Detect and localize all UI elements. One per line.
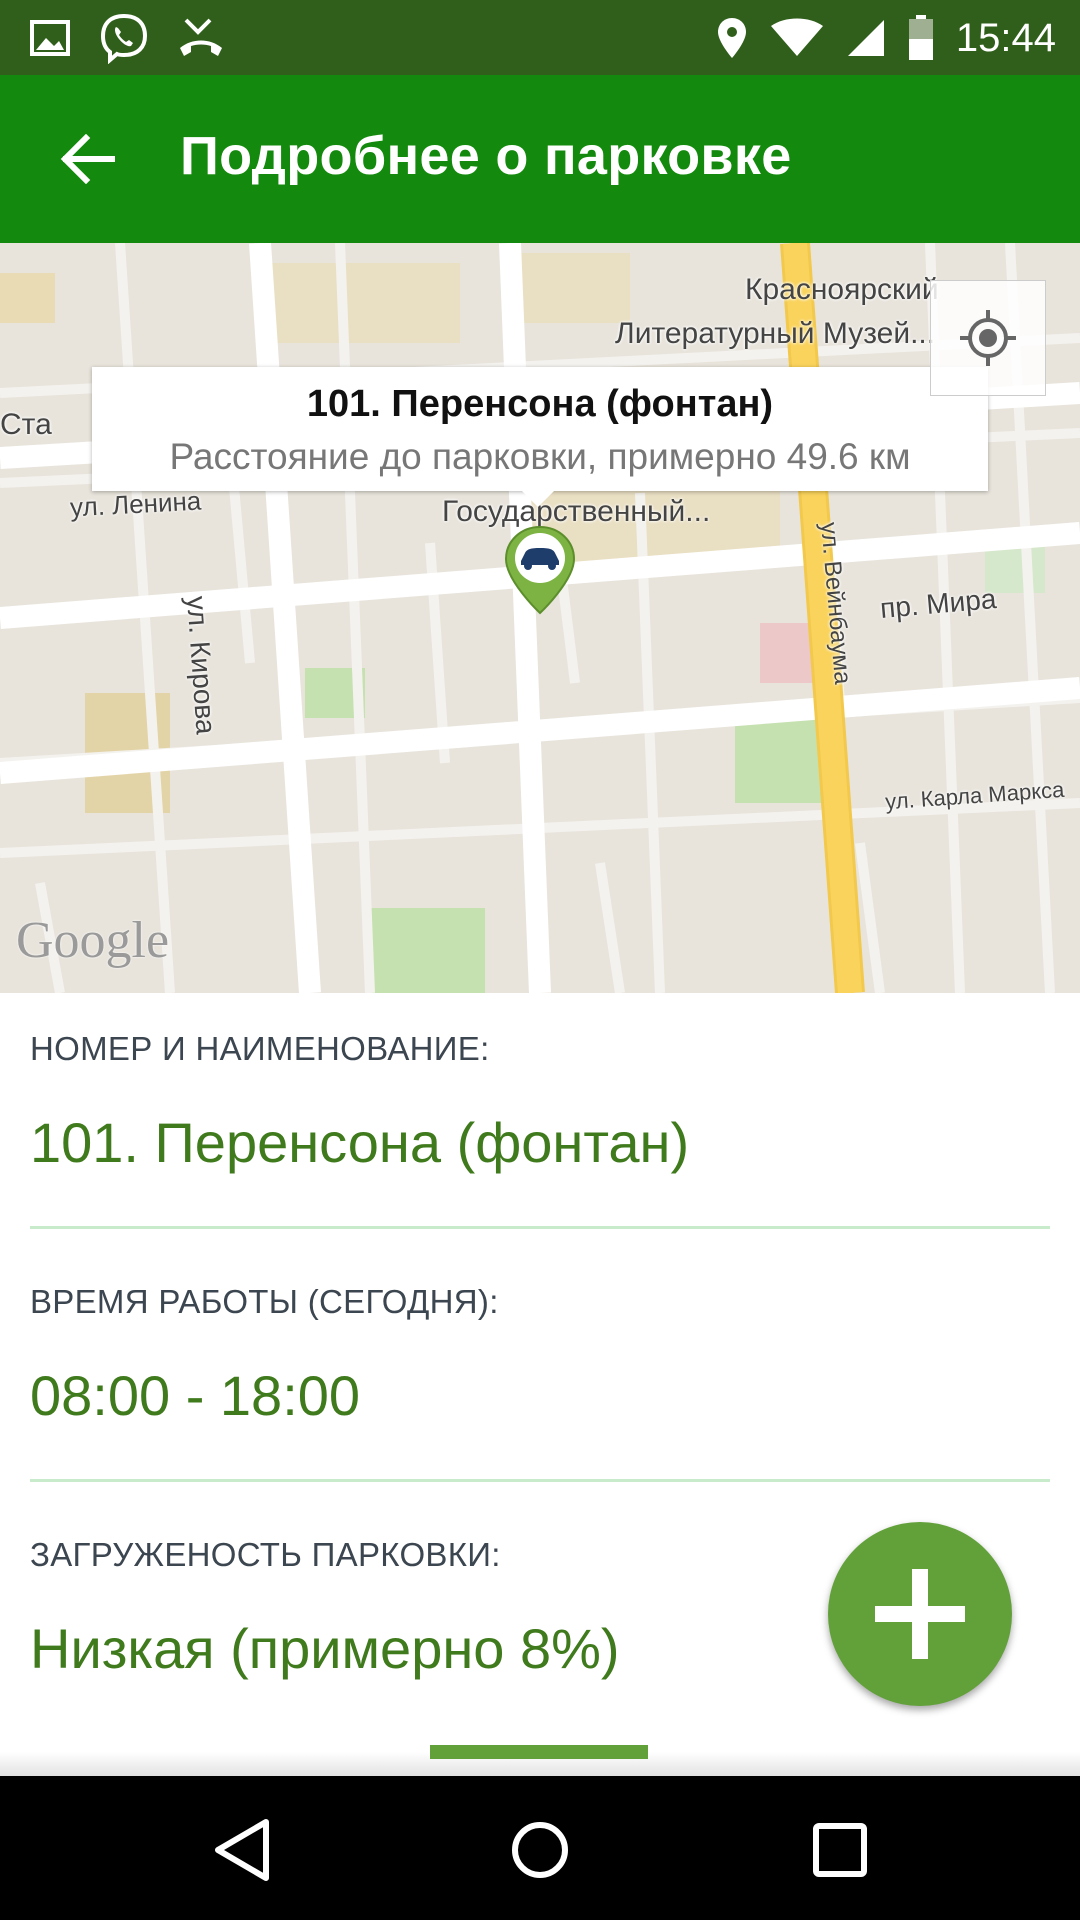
parking-name-value: 101. Перенсона (фонтан) <box>30 1111 690 1174</box>
my-location-icon <box>960 310 1016 366</box>
status-bar: 15:44 <box>0 0 1080 75</box>
map-view[interactable]: Красноярский Литературный Музей... Ста у… <box>0 243 1080 993</box>
info-window-distance: Расстояние до парковки, примерно 49.6 км <box>169 436 911 477</box>
navigation-bar <box>0 1776 1080 1920</box>
home-circle-icon <box>512 1822 568 1878</box>
divider <box>30 1479 1050 1482</box>
plus-icon <box>875 1569 965 1659</box>
wifi-icon <box>770 18 823 56</box>
my-location-button[interactable] <box>930 280 1046 396</box>
map-label-street: Ста <box>0 408 52 441</box>
scroll-indicator <box>430 1745 648 1759</box>
working-hours-label: ВРЕМЯ РАБОТЫ (СЕГОДНЯ): <box>30 1283 499 1320</box>
parking-name-section: НОМЕР И НАИМЕНОВАНИЕ: 101. Перенсона (фо… <box>30 1030 1050 1175</box>
working-hours-value: 08:00 - 18:00 <box>30 1364 361 1427</box>
location-icon <box>717 18 746 58</box>
add-button[interactable] <box>828 1522 1012 1706</box>
status-notifications <box>30 12 224 64</box>
battery-icon <box>908 15 933 60</box>
map-label-place: Государственный... <box>442 495 711 528</box>
car-marker-icon <box>504 525 576 615</box>
nav-recents-button[interactable] <box>802 1812 878 1888</box>
back-triangle-icon <box>215 1819 269 1881</box>
divider <box>30 1226 1050 1229</box>
nav-back-button[interactable] <box>204 1812 280 1888</box>
viber-icon <box>100 13 148 64</box>
working-hours-section: ВРЕМЯ РАБОТЫ (СЕГОДНЯ): 08:00 - 18:00 <box>30 1283 1050 1428</box>
info-window-title: 101. Перенсона (фонтан) <box>306 383 774 425</box>
signal-icon <box>847 20 884 56</box>
nav-home-button[interactable] <box>502 1812 578 1888</box>
status-system: 15:44 <box>716 12 1056 64</box>
back-button[interactable] <box>48 119 128 199</box>
page-title: Подробнее о парковке <box>180 126 792 186</box>
parking-marker[interactable] <box>503 525 577 620</box>
status-time: 15:44 <box>955 15 1056 60</box>
image-icon <box>30 20 70 56</box>
arrow-back-icon <box>60 134 115 184</box>
map-label-museum: Красноярский <box>745 273 939 306</box>
app-bar: Подробнее о парковке <box>0 75 1080 243</box>
missed-call-icon <box>180 18 222 56</box>
parking-name-label: НОМЕР И НАИМЕНОВАНИЕ: <box>30 1030 490 1067</box>
map-label-museum: Литературный Музей... <box>615 317 936 350</box>
google-logo: Google <box>16 912 170 969</box>
map-info-window[interactable]: 101. Перенсона (фонтан) Расстояние до па… <box>92 367 988 507</box>
recents-square-icon <box>813 1823 867 1877</box>
